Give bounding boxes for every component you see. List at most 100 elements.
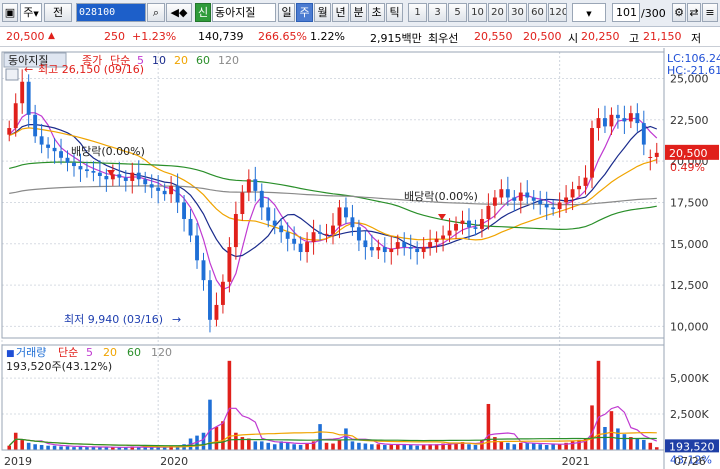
candle-body	[123, 177, 128, 181]
interval-60[interactable]: 60	[528, 3, 547, 22]
candle-body	[227, 247, 232, 282]
period-0[interactable]: 일	[278, 3, 295, 22]
candle-body	[603, 118, 607, 127]
prefix-button[interactable]: 전	[44, 3, 72, 22]
code-input[interactable]: 028100	[76, 3, 146, 22]
type-select-value: 주	[23, 6, 34, 19]
volume-bar	[421, 444, 426, 450]
candle-body	[195, 235, 199, 261]
volume-bar	[609, 411, 614, 450]
volume-bar	[557, 444, 562, 450]
volume-tick-label: 2,500K	[670, 408, 709, 421]
period-4[interactable]: 분	[350, 3, 367, 22]
volume-ma-label: 단순	[58, 346, 78, 359]
volume-bar	[642, 439, 646, 450]
candle-body	[33, 114, 38, 137]
type-select[interactable]: 주▼	[20, 3, 42, 22]
candle-body	[7, 128, 12, 135]
speaker-icon[interactable]: ◀◆	[166, 3, 192, 22]
interval-1[interactable]: 1	[408, 3, 427, 22]
candle-body	[156, 187, 161, 191]
candle-body	[635, 113, 640, 124]
candle-body	[648, 156, 653, 158]
count-input[interactable]: 101	[612, 3, 640, 22]
candle-body	[84, 169, 89, 172]
volume-bar	[531, 443, 536, 450]
candle-body	[441, 235, 446, 239]
volume-bar	[13, 432, 18, 450]
volume-ma-60: 60	[127, 346, 141, 359]
volume-bar	[285, 442, 290, 450]
candle-body	[538, 200, 543, 205]
settings-icon[interactable]: ⚙	[672, 3, 686, 22]
candle-body	[590, 128, 594, 178]
period-3[interactable]: 년	[332, 3, 349, 22]
chart-background	[0, 48, 720, 469]
candle-body	[505, 189, 510, 198]
candle-body	[518, 192, 523, 201]
y-tick-label: 15,000	[670, 238, 709, 251]
volume-bar	[292, 444, 296, 450]
candle-body	[363, 240, 368, 248]
candle-body	[531, 197, 536, 201]
volume-bar	[272, 444, 277, 450]
amount: 2,915백만	[370, 32, 422, 45]
candle-body	[311, 232, 316, 243]
annotation-high: 최고 26,150 (09/16)	[38, 63, 144, 76]
link-icon[interactable]: ⇄	[687, 3, 701, 22]
volume-bar	[596, 360, 601, 450]
candle-body	[169, 185, 174, 195]
period-2[interactable]: 월	[314, 3, 331, 22]
period-1[interactable]: 주	[296, 3, 313, 22]
volume-bar	[350, 441, 355, 450]
volume-bar	[331, 443, 335, 450]
interval-120[interactable]: 120	[548, 3, 567, 22]
current-rate-label: 0.49%	[670, 161, 705, 174]
candle-body	[130, 172, 135, 181]
candle-body	[97, 172, 102, 176]
volume-bar	[337, 439, 342, 450]
x-label-2019: 2019	[4, 455, 32, 468]
price: 20,500	[6, 30, 45, 43]
low-arrow-icon: →	[172, 313, 181, 326]
volume-bar	[318, 424, 322, 450]
candle-body	[376, 247, 381, 251]
turnover: 1.22%	[310, 30, 345, 43]
price-chart[interactable]: 25,00022,50020,00017,50015,00012,50010,0…	[0, 48, 720, 469]
interval-30[interactable]: 30	[508, 3, 527, 22]
interval-20[interactable]: 20	[488, 3, 507, 22]
y-tick-label: 17,500	[670, 196, 709, 209]
volume: 140,739	[198, 30, 244, 43]
interval-3[interactable]: 3	[428, 3, 447, 22]
volume-ma-120: 120	[151, 346, 172, 359]
candle-body	[201, 260, 206, 281]
period-5[interactable]: 초	[368, 3, 385, 22]
candle-body	[337, 207, 342, 226]
x-label-2021: 2021	[562, 455, 590, 468]
legend-ma-60: 60	[196, 54, 210, 67]
candle-body	[654, 152, 659, 157]
interval-10[interactable]: 10	[468, 3, 487, 22]
candle-body	[395, 242, 400, 249]
volume-bar	[46, 445, 50, 450]
annotation-low: 최저 9,940 (03/16)	[64, 313, 163, 326]
panel-icon[interactable]: ▣	[2, 3, 18, 22]
volume-bar	[538, 444, 542, 450]
candle-body	[609, 114, 614, 127]
candle-body	[233, 214, 238, 248]
candle-body	[188, 218, 193, 236]
volume-bar	[65, 446, 70, 450]
best-bid: 20,500	[523, 30, 562, 43]
candle-body	[389, 248, 394, 253]
search-icon[interactable]: ⌕	[147, 3, 165, 22]
volume-bar	[603, 426, 607, 450]
volume-bar	[221, 421, 225, 450]
candle-body	[557, 202, 562, 210]
period-6[interactable]: 틱	[386, 3, 403, 22]
interval-5[interactable]: 5	[448, 3, 467, 22]
candle-body	[318, 232, 322, 234]
candle-body	[615, 114, 620, 119]
volume-bar	[570, 441, 575, 450]
interval-custom[interactable]: ▼	[572, 3, 606, 22]
more-icon[interactable]: ≡	[702, 3, 718, 22]
